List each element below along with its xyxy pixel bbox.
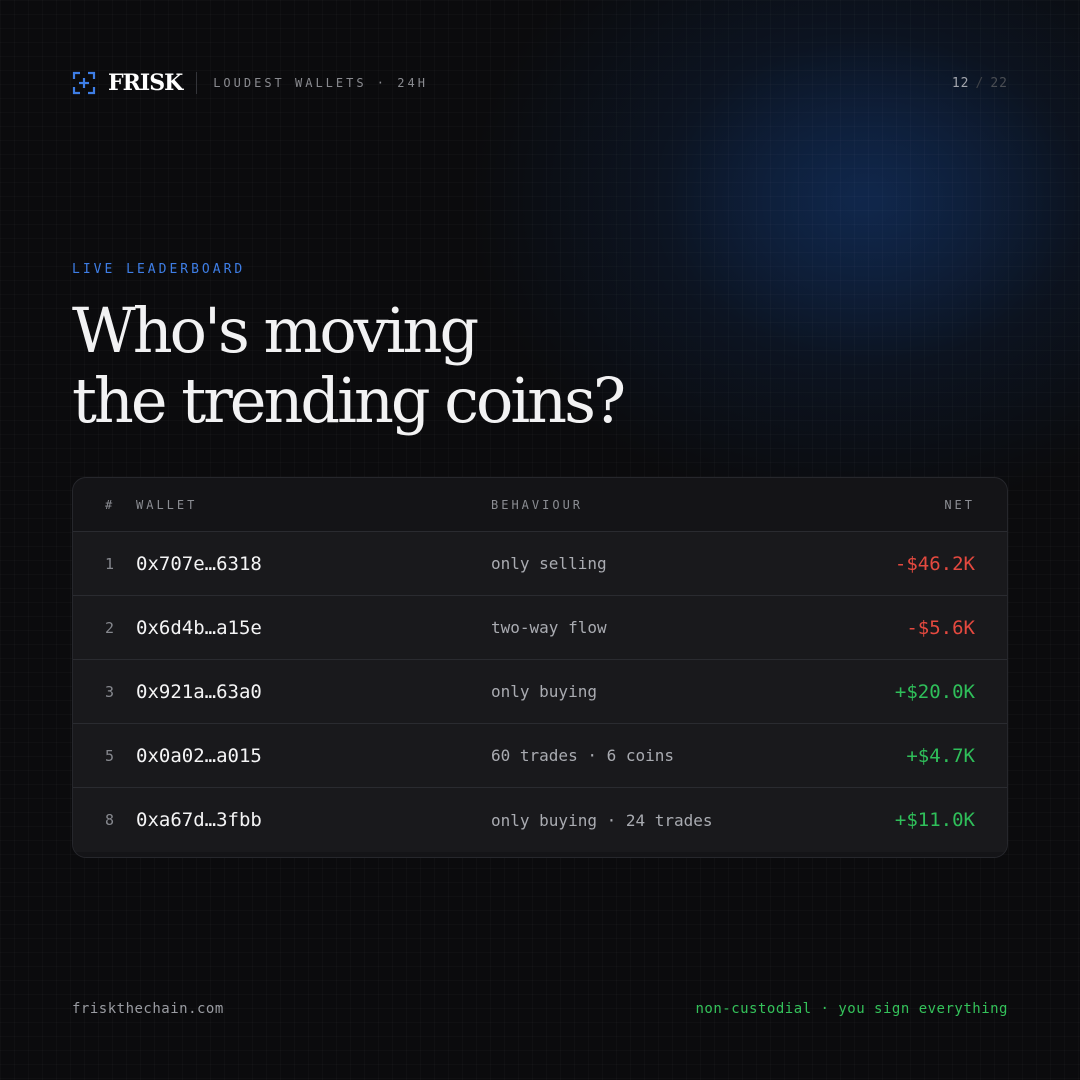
leaderboard-table: # WALLET BEHAVIOUR NET 1 0x707e…6318 only … [72,477,1008,858]
bracket-plus-icon [72,71,96,95]
table-row[interactable]: 3 0x921a…63a0 only buying +$20.0K [73,660,1007,724]
row-rank: 2 [105,618,115,637]
title-line-1: Who's moving [72,294,479,367]
brand-logo: FRISK [108,70,183,96]
table-row[interactable]: 8 0xa67d…3fbb only buying · 24 trades +$11.… [73,788,1007,852]
row-behaviour: two-way flow [491,618,607,637]
page-current: 12 [951,75,970,91]
table-body: 1 0x707e…6318 only selling -$46.2K 2 0x6d4b…a… [73,532,1007,852]
eyebrow-label: LIVE LEADERBOARD [72,262,246,277]
row-rank: 1 [105,554,115,573]
row-rank: 8 [105,811,115,829]
row-net-value: +$11.0K [894,809,975,831]
footer-tagline: non-custodial · you sign everything [695,1001,1008,1017]
row-behaviour: only selling [491,554,607,573]
row-net-value: +$4.7K [906,744,975,767]
table-row[interactable]: 1 0x707e…6318 only selling -$46.2K [73,532,1007,596]
title-line-2: the trending coins? [72,364,626,437]
column-header-net: NET [944,497,975,512]
header-subtitle: LOUDEST WALLETS · 24H [213,76,428,90]
row-wallet-address: 0xa67d…3fbb [136,809,262,831]
row-behaviour: only buying · 24 trades [491,810,713,830]
row-wallet-address: 0x707e…6318 [136,552,262,575]
row-rank: 5 [105,746,115,765]
page-total: 22 [990,75,1008,91]
row-behaviour: only buying [491,682,597,701]
row-net-value: -$5.6K [906,616,975,639]
row-wallet-address: 0x0a02…a015 [136,744,262,767]
page-title: Who's moving the trending coins? [72,296,772,436]
column-header-rank: # [105,497,116,512]
header-divider [196,72,198,94]
page-counter: 12 / 22 [952,76,1008,91]
row-net-value: +$20.0K [894,680,975,703]
table-row[interactable]: 5 0x0a02…a015 60 trades · 6 coins +$4.7K [73,724,1007,788]
footer-site: friskthechain.com [72,1001,224,1017]
header: FRISK LOUDEST WALLETS · 24H 12 / 22 [72,68,1008,98]
row-wallet-address: 0x6d4b…a15e [136,616,262,639]
table-row[interactable]: 2 0x6d4b…a15e two-way flow -$5.6K [73,596,1007,660]
column-header-wallet: WALLET [136,497,198,512]
row-rank: 3 [105,682,115,701]
row-wallet-address: 0x921a…63a0 [136,680,262,703]
row-behaviour: 60 trades · 6 coins [491,746,675,765]
table-header: # WALLET BEHAVIOUR NET [73,478,1007,532]
page-separator: / [975,75,985,91]
column-header-behaviour: BEHAVIOUR [491,497,584,512]
row-net-value: -$46.2K [894,552,975,575]
